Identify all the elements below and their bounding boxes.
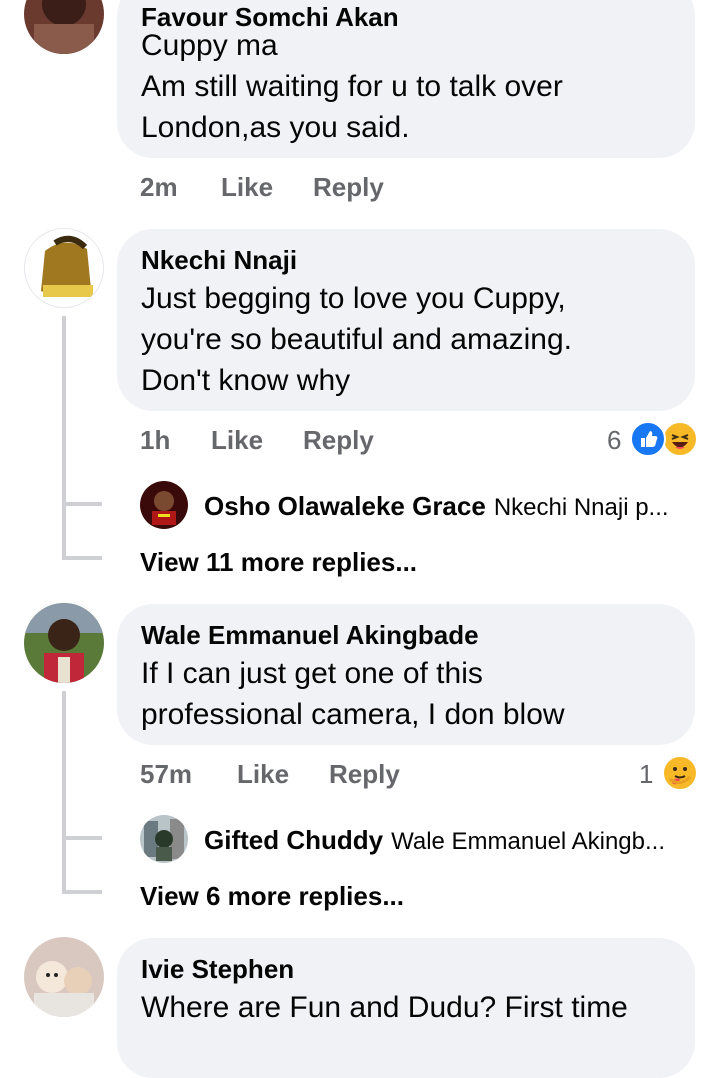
- reply-author[interactable]: Osho Olawaleke Grace: [204, 491, 486, 521]
- like-reaction-icon[interactable]: [630, 421, 666, 457]
- comment-text-line: Where are Fun and Dudu? First time: [141, 991, 628, 1024]
- reply-button[interactable]: Reply: [303, 425, 374, 456]
- reply-button[interactable]: Reply: [313, 172, 384, 203]
- reaction-count[interactable]: 1: [639, 759, 653, 790]
- reaction-count[interactable]: 6: [607, 425, 621, 456]
- view-more-replies-link[interactable]: View 6 more replies...: [140, 881, 404, 912]
- comment-bubble: Nkechi Nnaji Just begging to love you Cu…: [117, 229, 695, 411]
- thread-line: [62, 840, 66, 894]
- thread-line: [62, 502, 102, 506]
- comment-author[interactable]: Wale Emmanuel Akingbade: [141, 620, 479, 651]
- reply-preview[interactable]: Gifted Chuddy Wale Emmanuel Akingb...: [204, 825, 665, 856]
- thread-line: [62, 556, 102, 560]
- care-reaction-icon[interactable]: [662, 755, 698, 791]
- like-button[interactable]: Like: [211, 425, 263, 456]
- avatar-osho[interactable]: [140, 481, 188, 529]
- avatar-ivie[interactable]: [24, 937, 104, 1017]
- avatar-nkechi[interactable]: [24, 228, 104, 308]
- comment-time[interactable]: 2m: [140, 172, 178, 203]
- avatar-favour[interactable]: [24, 0, 104, 54]
- comment-bubble: Ivie Stephen Where are Fun and Dudu? Fir…: [117, 938, 695, 1078]
- thread-line: [62, 890, 102, 894]
- comment-text-line: London,as you said.: [141, 111, 410, 144]
- like-button[interactable]: Like: [221, 172, 273, 203]
- haha-reaction-icon[interactable]: [662, 421, 698, 457]
- comment-text-line: professional camera, I don blow: [141, 698, 565, 731]
- view-more-replies-link[interactable]: View 11 more replies...: [140, 547, 417, 578]
- comment-bubble: Wale Emmanuel Akingbade If I can just ge…: [117, 604, 695, 745]
- reply-snippet: Wale Emmanuel Akingb...: [391, 828, 665, 855]
- thread-line: [62, 316, 66, 506]
- avatar-gifted[interactable]: [140, 815, 188, 863]
- thread-line: [62, 506, 66, 560]
- avatar-wale[interactable]: [24, 603, 104, 683]
- reply-snippet: Nkechi Nnaji p...: [493, 494, 669, 521]
- comment-time[interactable]: 1h: [140, 425, 170, 456]
- comment-author[interactable]: Nkechi Nnaji: [141, 245, 297, 276]
- comment-text-line: Just begging to love you Cuppy,: [141, 282, 566, 315]
- reply-preview[interactable]: Osho Olawaleke Grace Nkechi Nnaji p...: [204, 491, 669, 522]
- comment-text-line: Don't know why: [141, 364, 351, 397]
- comment-bubble: Favour Somchi Akan Cuppy ma Am still wai…: [117, 0, 695, 158]
- comment-text-line: you're so beautiful and amazing.: [141, 323, 573, 356]
- like-button[interactable]: Like: [237, 759, 289, 790]
- reply-author[interactable]: Gifted Chuddy: [204, 825, 383, 855]
- comment-time[interactable]: 57m: [140, 759, 192, 790]
- reply-button[interactable]: Reply: [329, 759, 400, 790]
- comment-text-line: Cuppy ma: [141, 29, 278, 62]
- thread-line: [62, 836, 102, 840]
- comment-text-line: If I can just get one of this: [141, 657, 483, 690]
- comment-text-line: Am still waiting for u to talk over: [141, 70, 563, 103]
- thread-line: [62, 691, 66, 840]
- comment-author[interactable]: Ivie Stephen: [141, 954, 294, 985]
